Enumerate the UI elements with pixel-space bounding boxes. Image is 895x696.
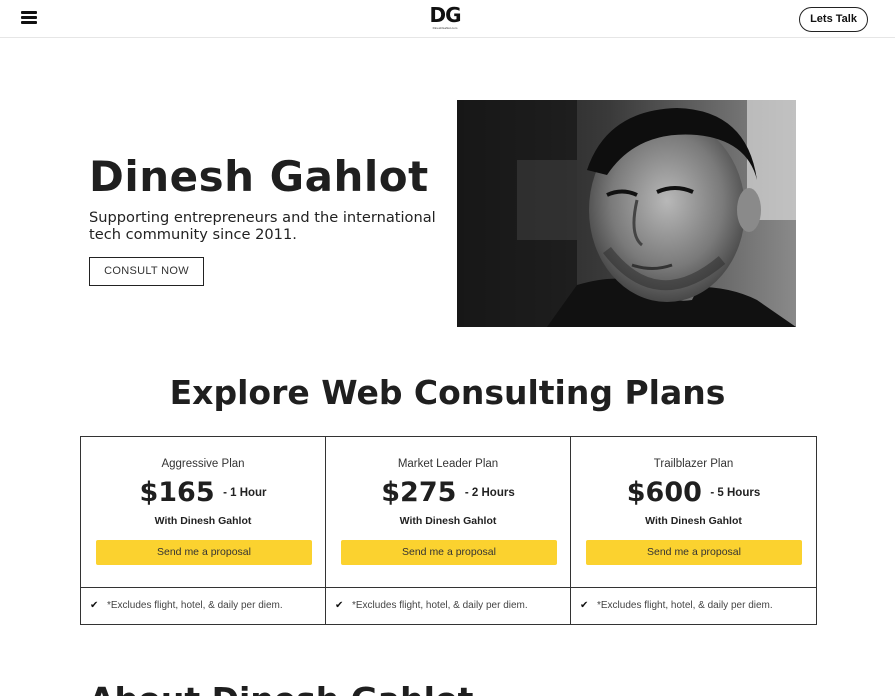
plan-duration: - 2 Hours xyxy=(464,486,515,499)
plan-note: ✔ *Excludes flight, hotel, & daily per di… xyxy=(580,600,773,611)
plan-note-text: *Excludes flight, hotel, & daily per die… xyxy=(352,600,528,611)
send-proposal-button[interactable]: Send me a proposal xyxy=(341,540,557,565)
site-logo[interactable]: DG DineshGahlot.com xyxy=(425,4,465,32)
plan-name: Aggressive Plan xyxy=(161,458,245,470)
consult-now-button[interactable]: CONSULT NOW xyxy=(89,257,204,286)
plan-card-market-leader: Market Leader Plan $275 - 2 Hours With D… xyxy=(326,437,571,624)
hamburger-menu-icon[interactable] xyxy=(21,11,37,24)
plan-header: Trailblazer Plan $600 - 5 Hours With Din… xyxy=(571,437,816,588)
plan-price: $600 xyxy=(626,477,702,508)
lets-talk-button[interactable]: Lets Talk xyxy=(799,7,868,32)
portrait-image xyxy=(457,100,796,327)
plan-with-text: With Dinesh Gahlot xyxy=(399,515,497,527)
plan-card-aggressive: Aggressive Plan $165 - 1 Hour With Dines… xyxy=(81,437,326,624)
plan-price: $165 xyxy=(139,477,215,508)
plan-header: Market Leader Plan $275 - 2 Hours With D… xyxy=(326,437,570,588)
plan-duration: - 5 Hours xyxy=(710,486,761,499)
check-icon: ✔ xyxy=(90,600,99,611)
hamburger-line xyxy=(21,21,37,24)
about-section-title: About Dinesh Gahlot xyxy=(89,680,473,696)
plan-with-text: With Dinesh Gahlot xyxy=(154,515,252,527)
plan-price: $275 xyxy=(381,477,457,508)
plan-price-row: $275 - 2 Hours xyxy=(326,477,570,508)
plan-price-row: $165 - 1 Hour xyxy=(81,477,325,508)
send-proposal-button[interactable]: Send me a proposal xyxy=(96,540,312,565)
portrait-photo xyxy=(457,100,796,327)
hamburger-line xyxy=(21,11,37,14)
send-proposal-button[interactable]: Send me a proposal xyxy=(586,540,802,565)
plan-note-text: *Excludes flight, hotel, & daily per die… xyxy=(597,600,773,611)
check-icon: ✔ xyxy=(335,600,344,611)
check-icon: ✔ xyxy=(580,600,589,611)
plan-duration: - 1 Hour xyxy=(223,486,267,499)
hero-tagline: Supporting entrepreneurs and the interna… xyxy=(89,209,436,243)
hero-name: Dinesh Gahlot xyxy=(89,152,429,201)
hamburger-line xyxy=(21,16,37,19)
site-header: DG DineshGahlot.com Lets Talk xyxy=(0,0,895,38)
plans-table: Aggressive Plan $165 - 1 Hour With Dines… xyxy=(80,436,817,625)
plan-with-text: With Dinesh Gahlot xyxy=(645,515,742,527)
logo-mark: DG xyxy=(429,3,461,27)
plan-note: ✔ *Excludes flight, hotel, & daily per di… xyxy=(90,600,283,611)
plan-note-text: *Excludes flight, hotel, & daily per die… xyxy=(107,600,283,611)
plan-note: ✔ *Excludes flight, hotel, & daily per di… xyxy=(335,600,528,611)
plan-name: Market Leader Plan xyxy=(397,458,499,470)
plans-section-title: Explore Web Consulting Plans xyxy=(169,373,726,412)
plan-header: Aggressive Plan $165 - 1 Hour With Dines… xyxy=(81,437,325,588)
plan-name: Trailblazer Plan xyxy=(653,458,734,470)
plan-price-row: $600 - 5 Hours xyxy=(571,477,816,508)
plan-card-trailblazer: Trailblazer Plan $600 - 5 Hours With Din… xyxy=(571,437,816,624)
